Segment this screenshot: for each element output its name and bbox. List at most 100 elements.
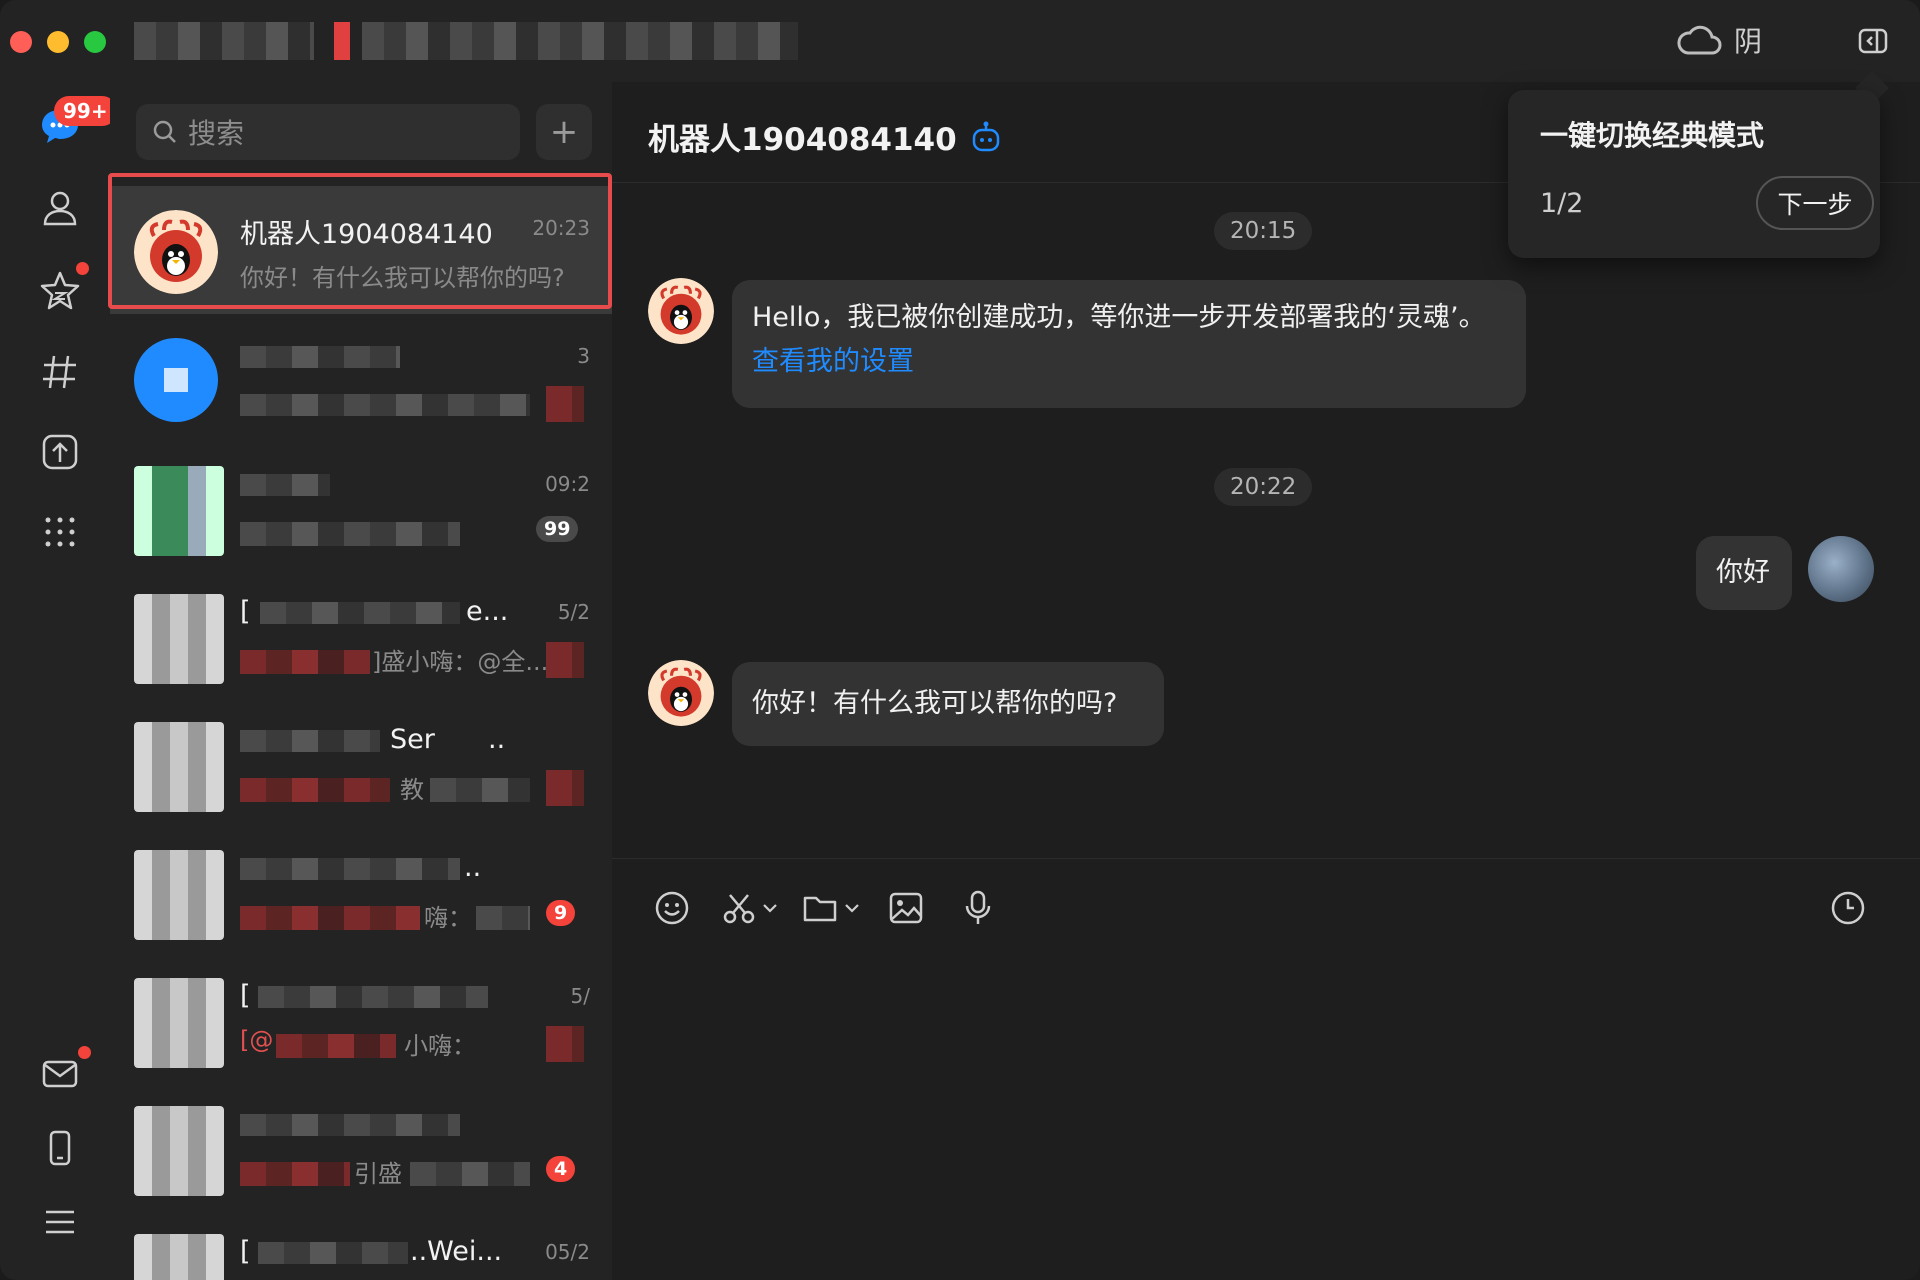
chat-preview-tail: 教 — [400, 776, 424, 804]
avatar-pixelated — [134, 466, 224, 556]
chat-time: 09:2 — [545, 472, 590, 496]
chat-list-item[interactable]: 3 — [110, 314, 612, 442]
phone-icon — [49, 1130, 71, 1166]
profile-info-blurred — [362, 22, 798, 60]
outgoing-message[interactable]: 你好 — [1696, 536, 1792, 610]
chat-preview-blurred — [476, 906, 530, 930]
contacts-icon — [43, 191, 77, 226]
nav-phone[interactable] — [38, 1126, 82, 1170]
chat-name-blurred — [240, 346, 400, 368]
chat-preview-blurred — [240, 522, 460, 546]
chat-preview-tail: 小嗨： — [404, 1032, 476, 1060]
profile-info-blurred — [334, 22, 350, 60]
incoming-message[interactable]: Hello，我已被你创建成功，等你进一步开发部署我的‘灵魂’。 查看我的设置 — [732, 280, 1526, 408]
weather-widget[interactable]: 阴 — [1676, 20, 1762, 60]
user-avatar[interactable] — [1808, 536, 1874, 602]
add-button[interactable]: + — [536, 104, 592, 160]
microphone-icon — [965, 890, 991, 924]
chat-list-item[interactable]: [ e... 5/2 ]盛小嗨：@全... — [110, 570, 612, 698]
chat-name: [ — [240, 1236, 251, 1267]
image-button[interactable] — [888, 886, 924, 930]
mail-icon — [42, 1060, 78, 1088]
app-window: 阴 99+ 搜索 + 机器人1904084140 20:23 你好！有什么我可以… — [0, 0, 1920, 1280]
screenshot-button[interactable] — [722, 886, 778, 930]
incoming-message[interactable]: 你好！有什么我可以帮你的吗? — [732, 662, 1164, 746]
unread-badge-blurred — [546, 386, 584, 422]
chat-name-tail: .. — [488, 724, 506, 755]
chat-preview-blurred — [276, 1034, 396, 1058]
file-button[interactable] — [802, 886, 860, 930]
chat-list-item[interactable]: 09:2 99 — [110, 442, 612, 570]
avatar-pixelated — [134, 850, 224, 940]
minimize-window-button[interactable] — [47, 31, 69, 53]
chat-time: 5/2 — [557, 600, 590, 624]
avatar-pixelated — [134, 722, 224, 812]
chat-list-item[interactable]: 机器人1904084140 20:23 你好！有什么我可以帮你的吗? — [110, 186, 612, 314]
nav-menu[interactable] — [38, 1200, 82, 1244]
chat-time: 05/2 — [545, 1240, 590, 1264]
search-placeholder: 搜索 — [188, 117, 245, 150]
bot-avatar[interactable] — [648, 278, 714, 344]
chat-name: Ser — [390, 724, 435, 755]
upload-icon — [42, 434, 78, 470]
zoom-window-button[interactable] — [84, 31, 106, 53]
history-button[interactable] — [1830, 886, 1866, 930]
chat-name: [ — [240, 980, 251, 1011]
voice-button[interactable] — [964, 886, 992, 930]
conversation-title: 机器人1904084140 — [648, 114, 1001, 159]
nav-apps[interactable] — [38, 510, 82, 554]
chat-list-item[interactable]: [ ..Wei... 05/2 — [110, 1210, 612, 1280]
chat-preview-blurred — [240, 650, 370, 674]
unread-badge-blurred — [546, 642, 584, 678]
message-timestamp: 20:15 — [1214, 212, 1313, 250]
view-settings-link[interactable]: 查看我的设置 — [752, 340, 1506, 384]
chat-list: 搜索 + 机器人1904084140 20:23 你好！有什么我可以帮你的吗? — [110, 82, 613, 1280]
chevron-down-icon — [845, 904, 859, 913]
message-text: 你好 — [1716, 557, 1770, 588]
nav-upload[interactable] — [38, 430, 82, 474]
chat-name-tail: ..Wei... — [410, 1236, 503, 1267]
message-text: 你好！有什么我可以帮你的吗? — [752, 688, 1118, 719]
sidebar-toggle-icon[interactable] — [1858, 28, 1888, 54]
chat-name-blurred — [240, 474, 330, 496]
bot-avatar-icon — [134, 210, 218, 294]
chat-preview-blurred — [410, 1162, 530, 1186]
chat-name-blurred — [240, 1114, 460, 1136]
unread-badge-blurred — [546, 770, 584, 806]
chat-preview-mention: [@ — [240, 1026, 274, 1054]
message-timestamp: 20:22 — [1214, 468, 1313, 506]
nav-contacts[interactable] — [38, 186, 82, 230]
chat-list-item[interactable]: 引盛 4 — [110, 1082, 612, 1210]
next-step-button[interactable]: 下一步 — [1756, 176, 1874, 230]
bot-avatar[interactable] — [648, 660, 714, 726]
chat-list-item[interactable]: Ser .. 教 — [110, 698, 612, 826]
emoji-button[interactable] — [654, 886, 690, 930]
chat-preview-blurred — [240, 394, 530, 416]
unread-badge: 99+ — [54, 96, 117, 126]
nav-favorites[interactable] — [38, 268, 82, 312]
unread-badge: 9 — [546, 900, 576, 926]
chat-list-item[interactable]: [ 5/ [@ 小嗨： — [110, 954, 612, 1082]
nav-mail[interactable] — [38, 1052, 82, 1096]
history-icon — [1831, 891, 1865, 925]
search-input[interactable]: 搜索 — [136, 104, 520, 160]
chat-preview: 你好！有什么我可以帮你的吗? — [240, 264, 565, 292]
cloud-icon — [1677, 25, 1722, 55]
nav-channels[interactable] — [38, 350, 82, 394]
popover-title: 一键切换经典模式 — [1540, 119, 1765, 152]
chat-preview-tail: 引盛 — [354, 1160, 402, 1188]
chat-name-blurred — [240, 858, 460, 880]
chat-list-item[interactable]: .. 嗨： 9 — [110, 826, 612, 954]
avatar-pixelated — [134, 1234, 224, 1280]
robot-icon[interactable] — [971, 121, 1001, 153]
emoji-icon — [655, 891, 689, 925]
avatar-pixelated — [134, 978, 224, 1068]
screenshot-icon — [723, 894, 755, 924]
chat-name: [ — [240, 596, 251, 627]
close-window-button[interactable] — [10, 31, 32, 53]
chat-preview-blurred — [240, 906, 420, 930]
popover-step-counter: 1/2 — [1540, 188, 1584, 219]
avatar-pixelated — [164, 368, 188, 392]
avatar — [134, 338, 218, 422]
chat-time: 3 — [577, 344, 590, 368]
